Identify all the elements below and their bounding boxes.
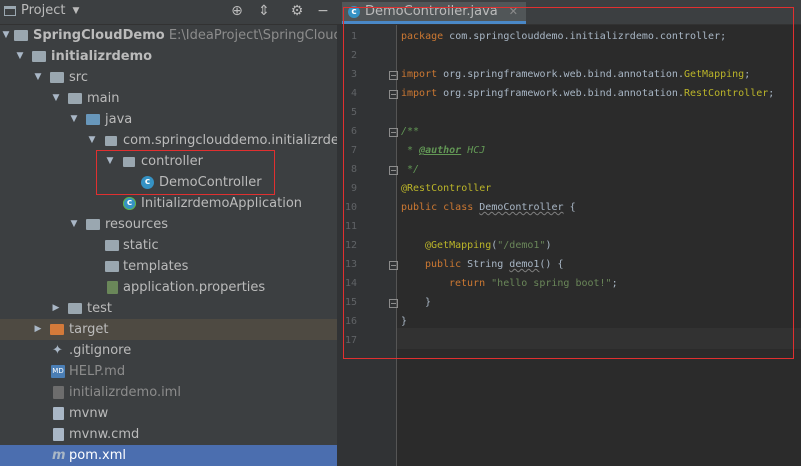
tree-item-label: pom.xml [69, 448, 126, 463]
tree-item-label: application.properties [123, 280, 266, 295]
tree-item-label: test [87, 301, 112, 316]
tree-item-mvnw-cmd[interactable]: mvnw.cmd [0, 424, 337, 445]
expand-arrow-icon[interactable]: ▼ [0, 25, 12, 46]
highlight-box-controller [96, 150, 275, 195]
module-folder-icon [32, 51, 46, 62]
package-icon [105, 136, 117, 146]
properties-file-icon [107, 281, 118, 294]
tree-item-package[interactable]: ▼ com.springclouddemo.initializrdemo [0, 130, 337, 151]
tree-item-initializrdemoapplication[interactable]: c InitializrdemoApplication [0, 193, 337, 214]
expand-arrow-icon[interactable]: ▼ [14, 46, 26, 67]
tree-item-target[interactable]: ▶ target [0, 319, 337, 340]
tree-item-mvnw[interactable]: mvnw [0, 403, 337, 424]
tree-item-label: src [69, 70, 88, 85]
resources-folder-icon [86, 219, 100, 230]
folder-icon [105, 240, 119, 251]
expand-arrow-icon[interactable]: ▼ [86, 130, 98, 151]
excluded-folder-icon [50, 324, 64, 335]
tree-item-springclouddemo[interactable]: ▼ SpringCloudDemo E:\IdeaProject\SpringC… [0, 25, 337, 46]
tree-item-application-properties[interactable]: application.properties [0, 277, 337, 298]
git-file-icon: ✦ [52, 343, 63, 358]
project-panel-header: Project ▼ ⊕ ⇕ ⚙ − [0, 0, 337, 25]
iml-file-icon [53, 386, 64, 399]
tree-item-label: InitializrdemoApplication [141, 196, 303, 211]
collapse-all-icon[interactable]: ⇕ [255, 2, 273, 20]
source-folder-icon [86, 114, 100, 125]
expand-arrow-icon[interactable]: ▼ [50, 88, 62, 109]
project-panel: Project ▼ ⊕ ⇕ ⚙ − ▼ SpringCloudDemo E:\I… [0, 0, 337, 466]
chevron-down-icon: ▼ [72, 5, 80, 16]
tree-item-gitignore[interactable]: ✦ .gitignore [0, 340, 337, 361]
folder-icon [105, 261, 119, 272]
tree-item-label: resources [105, 217, 169, 232]
markdown-file-icon: MD [51, 365, 65, 378]
tree-item-label: templates [123, 259, 189, 274]
tree-item-java[interactable]: ▼ java [0, 109, 337, 130]
tree-item-test[interactable]: ▶ test [0, 298, 337, 319]
folder-icon [50, 72, 64, 83]
maven-file-icon: m [52, 448, 66, 463]
tree-item-resources[interactable]: ▼ resources [0, 214, 337, 235]
project-view-selector[interactable]: Project ▼ [4, 3, 79, 18]
tree-item-label: target [69, 322, 109, 337]
tree-item-initializrdemo[interactable]: ▼ initializrdemo [0, 46, 337, 67]
tree-item-path: E:\IdeaProject\SpringCloudDemo [168, 28, 337, 43]
tree-item-label: com.springclouddemo.initializrdemo [123, 133, 337, 148]
tree-item-templates[interactable]: templates [0, 256, 337, 277]
tree-item-iml[interactable]: initializrdemo.iml [0, 382, 337, 403]
gear-icon[interactable]: ⚙ [288, 2, 306, 20]
code-editor: c DemoController.java ✕ 1 2 3 4 5 6 7 8 … [337, 0, 801, 466]
tree-item-label: main [87, 91, 120, 106]
tree-item-label: static [123, 238, 159, 253]
locate-icon[interactable]: ⊕ [228, 2, 246, 20]
expand-arrow-icon[interactable]: ▼ [68, 214, 80, 235]
expand-arrow-icon[interactable]: ▼ [68, 109, 80, 130]
folder-icon [68, 303, 82, 314]
expand-arrow-icon[interactable]: ▼ [32, 67, 44, 88]
tree-item-label: .gitignore [69, 343, 132, 358]
hide-panel-icon[interactable]: − [314, 2, 332, 20]
tree-item-main[interactable]: ▼ main [0, 88, 337, 109]
project-panel-title: Project [21, 3, 66, 18]
expand-arrow-icon[interactable]: ▶ [32, 319, 44, 340]
tree-item-static[interactable]: static [0, 235, 337, 256]
tree-item-label: initializrdemo [51, 49, 153, 64]
script-file-icon [53, 428, 64, 441]
expand-arrow-icon[interactable]: ▶ [50, 298, 62, 319]
tree-item-label: SpringCloudDemo [33, 28, 165, 43]
folder-icon [68, 93, 82, 104]
spring-boot-class-icon: c [123, 197, 136, 210]
highlight-box-code [343, 7, 794, 359]
tree-item-label: java [105, 112, 133, 127]
script-file-icon [53, 407, 64, 420]
tree-item-pom-xml[interactable]: m pom.xml [0, 445, 337, 466]
module-folder-icon [14, 30, 28, 41]
tree-item-label: mvnw [69, 406, 109, 421]
tree-item-label: initializrdemo.iml [69, 385, 181, 400]
tree-item-src[interactable]: ▼ src [0, 67, 337, 88]
tree-item-label: mvnw.cmd [69, 427, 140, 442]
tree-item-help-md[interactable]: MD HELP.md [0, 361, 337, 382]
tree-item-label: HELP.md [69, 364, 126, 379]
project-window-icon [4, 5, 16, 16]
